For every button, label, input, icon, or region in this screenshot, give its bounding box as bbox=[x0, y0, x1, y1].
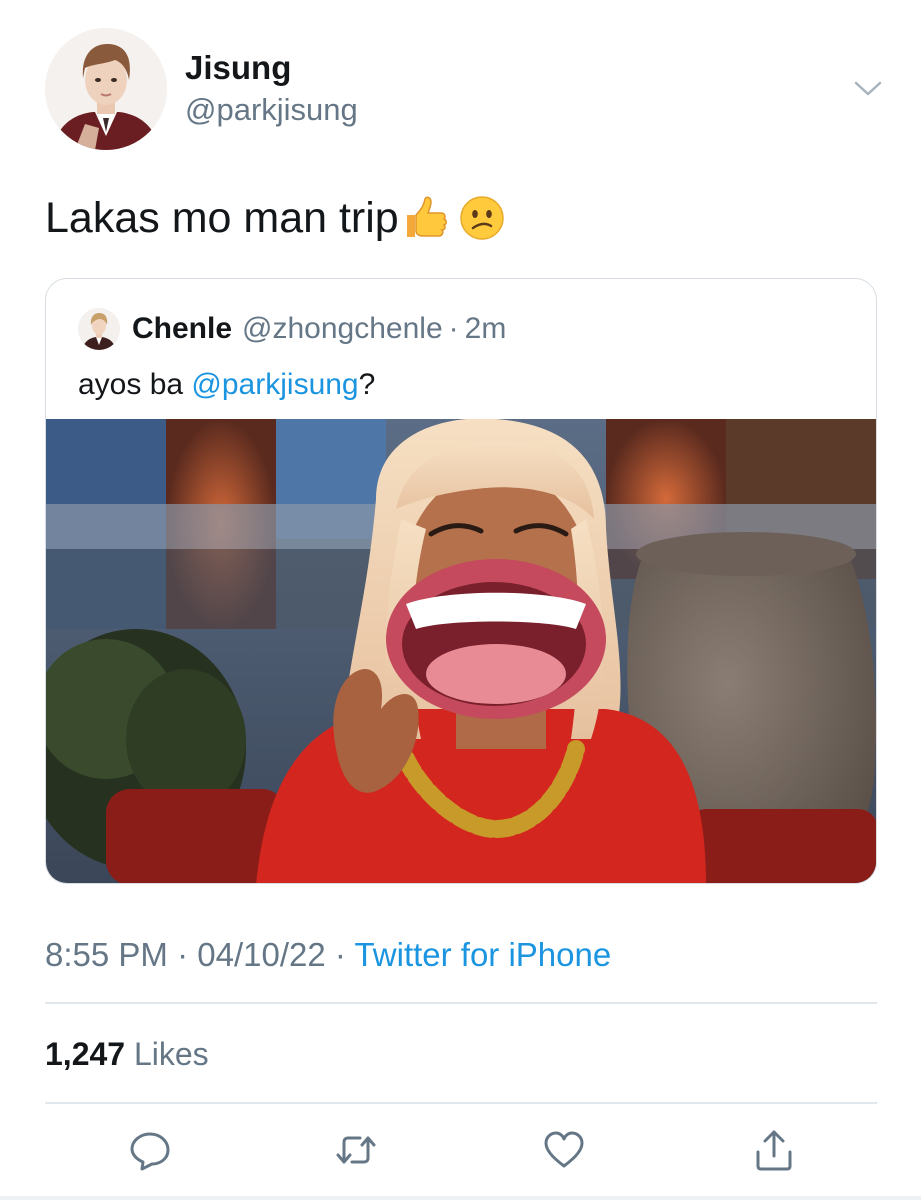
tweet-metadata: 8:55 PM · 04/10/22 · Twitter for iPhone bbox=[45, 933, 611, 977]
quoted-text-after: ? bbox=[358, 368, 376, 401]
tweet-text: Lakas mo man trip bbox=[45, 190, 507, 246]
share-icon[interactable] bbox=[752, 1128, 796, 1172]
reply-icon[interactable] bbox=[128, 1128, 172, 1172]
divider bbox=[45, 1102, 877, 1104]
author-handle[interactable]: @parkjisung bbox=[185, 90, 358, 130]
quoted-tweet-text: ayos ba @parkjisung? bbox=[78, 365, 375, 405]
tweet-time: 8:55 PM bbox=[45, 936, 168, 973]
quoted-tweet-media-image[interactable] bbox=[46, 418, 876, 883]
meta-separator-1: · bbox=[167, 936, 198, 973]
quoted-author-display-name[interactable]: Chenle bbox=[132, 312, 232, 346]
likes-count: 1,247 bbox=[45, 1036, 126, 1072]
tweet-date: 04/10/22 bbox=[197, 936, 326, 973]
likes-stat[interactable]: 1,247 Likes bbox=[45, 1033, 209, 1075]
tweet-actions-bar bbox=[0, 1122, 921, 1182]
quoted-mention-link[interactable]: @parkjisung bbox=[191, 368, 358, 401]
meta-separator-2: · bbox=[325, 936, 355, 973]
quoted-author-handle[interactable]: @zhongchenle bbox=[242, 312, 443, 346]
quoted-separator: · bbox=[448, 312, 459, 345]
author-avatar[interactable] bbox=[45, 28, 167, 150]
thumbs-up-emoji-icon bbox=[401, 193, 451, 243]
likes-label: Likes bbox=[133, 1036, 209, 1072]
confused-face-emoji-icon bbox=[457, 193, 507, 243]
quoted-text-before: ayos ba bbox=[78, 368, 192, 401]
bottom-edge bbox=[0, 1196, 921, 1200]
tweet-source-link[interactable]: Twitter for iPhone bbox=[354, 936, 611, 973]
chevron-down-icon[interactable] bbox=[851, 76, 885, 100]
quoted-tweet-time: 2m bbox=[464, 312, 507, 345]
divider bbox=[45, 1002, 877, 1004]
tweet-header: Jisung @parkjisung bbox=[45, 28, 885, 150]
like-icon[interactable] bbox=[542, 1128, 586, 1172]
tweet-text-content: Lakas mo man trip bbox=[45, 194, 399, 242]
quoted-tweet-header: Chenle @zhongchenle · 2m bbox=[78, 308, 507, 350]
retweet-icon[interactable] bbox=[334, 1128, 378, 1172]
quoted-tweet-card[interactable]: Chenle @zhongchenle · 2m ayos ba @parkji… bbox=[45, 278, 877, 884]
author-display-name[interactable]: Jisung bbox=[185, 48, 358, 88]
quoted-author-avatar[interactable] bbox=[78, 308, 120, 350]
